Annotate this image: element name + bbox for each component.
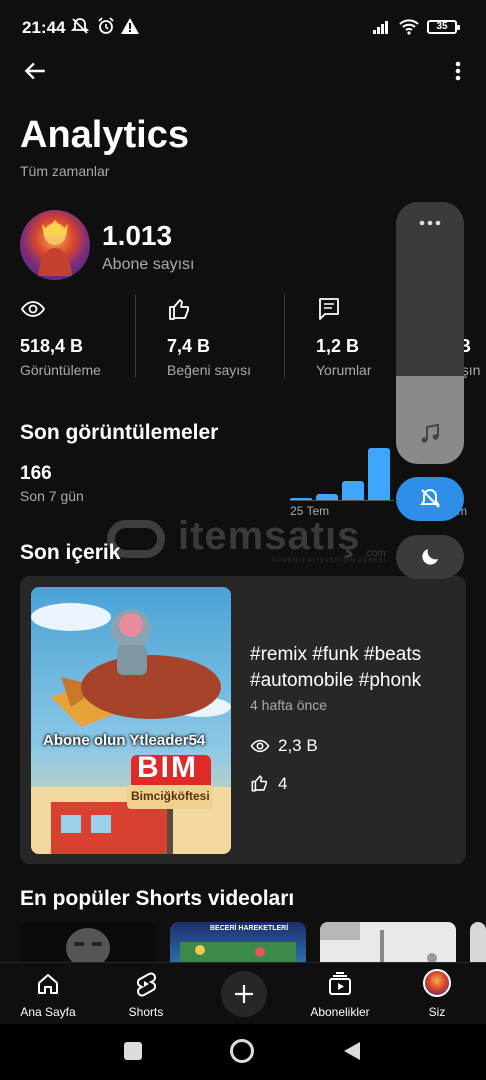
short-thumbnail[interactable] <box>20 922 156 964</box>
nav-home-label: Ana Sayfa <box>20 1005 76 1019</box>
music-note-icon <box>421 423 439 443</box>
likes-total-value: 7,4 B <box>167 336 211 356</box>
back-arrow-icon[interactable] <box>22 58 48 84</box>
home-icon <box>38 974 58 994</box>
more-horizontal-icon[interactable] <box>417 216 443 230</box>
signal-icon <box>373 21 388 34</box>
latest-content-thumbnail[interactable]: Abone olun Ytleader54 BIM Bimciğköftesi <box>31 587 231 854</box>
like-icon <box>169 299 189 320</box>
muted-bell-icon <box>70 18 90 34</box>
system-navigation-bar <box>0 1024 486 1080</box>
chart-bar[interactable] <box>342 481 364 500</box>
alarm-icon <box>98 17 114 34</box>
watermark: itemsatış GÜVENLİ ALIŞVERİŞİN ADRESİ .co… <box>102 514 392 566</box>
create-button[interactable] <box>221 971 267 1017</box>
nav-you[interactable]: Siz <box>397 967 477 1021</box>
recents-button[interactable] <box>124 1042 142 1060</box>
chart-baseline <box>290 500 394 501</box>
thumbnail-text-subscribe: Abone olun Ytleader54 <box>43 732 206 749</box>
bell-off-icon <box>420 488 440 508</box>
short-caption: BECERİ HAREKETLERİ <box>210 925 289 932</box>
short-thumbnail[interactable]: BECERİ HAREKETLERİ <box>170 922 306 964</box>
page-subtitle: Tüm zamanlar <box>20 163 110 179</box>
nav-subscriptions[interactable]: Abonelikler <box>300 967 380 1021</box>
short-thumbnail[interactable] <box>470 922 486 964</box>
dark-mode-toggle-button[interactable] <box>396 535 464 579</box>
recent-views-period: Son 7 gün <box>20 488 84 504</box>
popular-shorts-title: En popüler Shorts videoları <box>20 887 295 910</box>
stats-divider <box>284 294 285 378</box>
volume-level[interactable] <box>396 376 464 464</box>
chart-bar[interactable] <box>368 448 390 500</box>
moon-icon <box>422 549 438 565</box>
latest-content-likes: 4 <box>278 774 288 793</box>
bottom-navigation: Ana Sayfa Shorts Abonelikler Siz <box>0 962 486 1024</box>
subscriptions-icon <box>329 972 351 995</box>
mute-toggle-button[interactable] <box>396 477 464 521</box>
recent-views-title: Son görüntülemeler <box>20 421 219 444</box>
status-time: 21:44 <box>22 18 66 37</box>
battery-indicator: 35 <box>427 20 460 34</box>
nav-shorts-label: Shorts <box>128 1005 164 1019</box>
subscriber-label: Abone sayısı <box>102 256 195 273</box>
comment-icon <box>319 298 339 320</box>
shorts-icon <box>136 972 157 997</box>
nav-subscriptions-label: Abonelikler <box>310 1005 370 1019</box>
page-title: Analytics <box>20 114 189 156</box>
channel-avatar[interactable] <box>20 210 90 280</box>
nav-shorts[interactable]: Shorts <box>106 967 186 1021</box>
latest-content-video-title[interactable]: #remix #funk #beats #automobile #phonk <box>250 642 460 694</box>
nav-home[interactable]: Ana Sayfa <box>8 967 88 1021</box>
subscriber-count: 1.013 <box>102 220 173 251</box>
stats-divider <box>135 294 136 378</box>
eye-icon <box>250 739 270 753</box>
views-chart[interactable] <box>290 444 394 500</box>
create-icon <box>235 985 253 1003</box>
views-total-value: 518,4 B <box>20 336 84 356</box>
watermark-domain: .com <box>364 548 386 559</box>
you-avatar <box>423 969 451 997</box>
more-options-icon[interactable] <box>448 58 468 84</box>
latest-content-title: Son içerik <box>20 541 121 564</box>
views-total-label: Görüntüleme <box>20 362 101 378</box>
comments-total-value: 1,2 B <box>316 336 360 356</box>
back-system-button[interactable] <box>342 1040 362 1062</box>
latest-content-age: 4 hafta önce <box>250 697 328 713</box>
thumbnail-text-sign: Bimciğköftesi <box>131 789 210 803</box>
wifi-icon <box>399 19 419 35</box>
home-system-button[interactable] <box>230 1039 254 1063</box>
nav-you-label: Siz <box>428 1005 446 1019</box>
recent-views-value: 166 <box>20 463 52 484</box>
short-thumbnail[interactable] <box>320 922 456 964</box>
eye-icon <box>20 301 46 317</box>
comments-total-label: Yorumlar <box>316 362 372 378</box>
thumbnail-text-bim: BIM <box>137 751 198 784</box>
watermark-brand: itemsatış <box>178 514 361 558</box>
latest-content-views: 2,3 B <box>278 736 318 755</box>
likes-total-label: Beğeni sayısı <box>167 362 252 378</box>
status-bar: 21:44 35 <box>0 0 486 48</box>
like-icon <box>251 775 267 792</box>
warning-icon <box>121 18 139 34</box>
